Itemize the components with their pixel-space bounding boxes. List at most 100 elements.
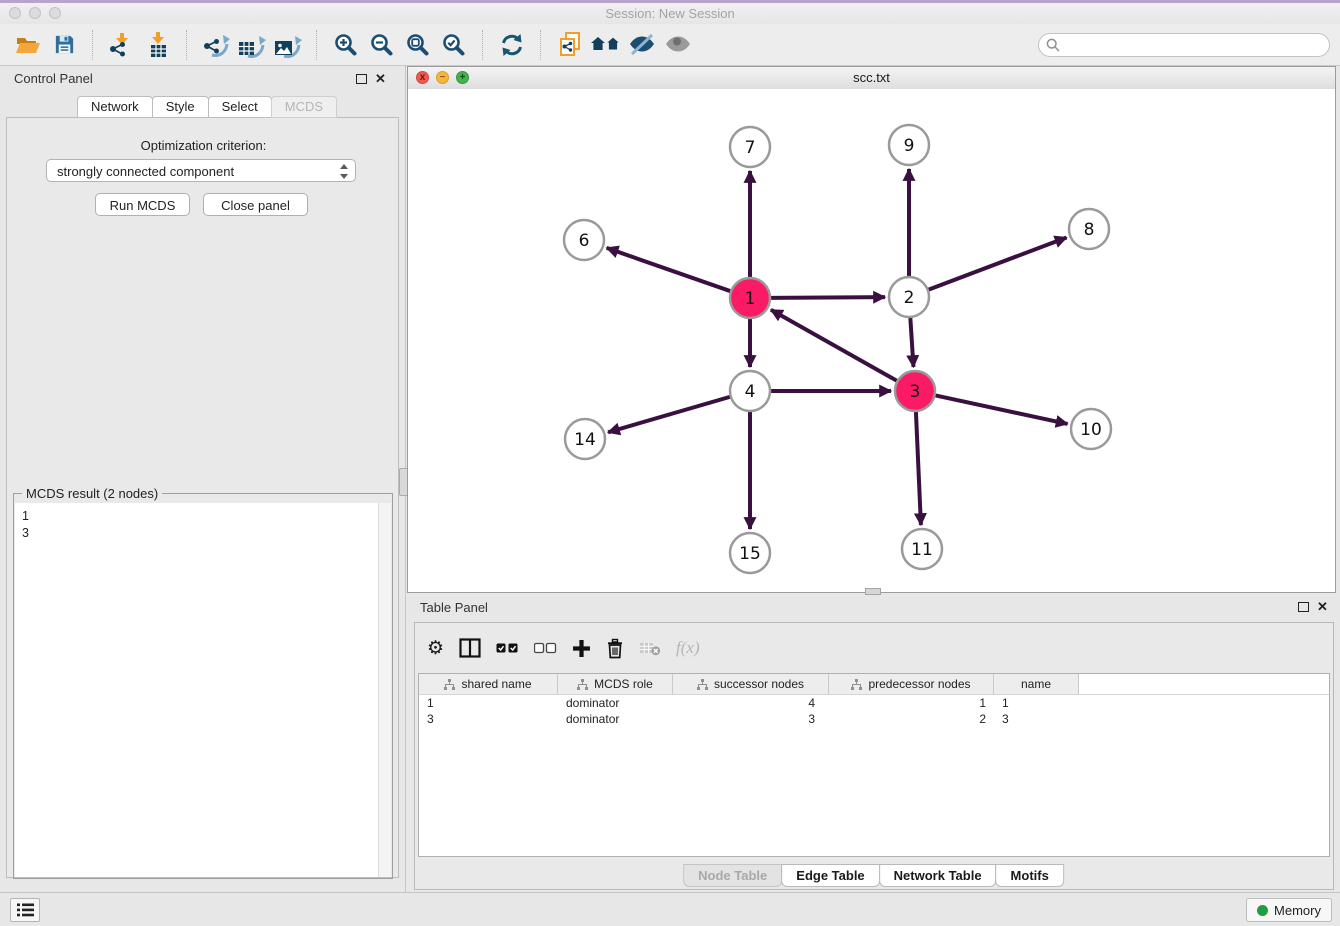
table-row[interactable]: 3 dominator 3 2 3 bbox=[419, 711, 1329, 727]
delete-table-icon[interactable] bbox=[639, 640, 661, 656]
cell-predecessor-nodes[interactable]: 2 bbox=[829, 712, 994, 726]
column-header-predecessor-nodes[interactable]: predecessor nodes bbox=[829, 674, 994, 694]
refresh-icon[interactable] bbox=[494, 29, 530, 61]
cell-name[interactable]: 3 bbox=[994, 712, 1079, 726]
tab-motifs[interactable]: Motifs bbox=[996, 864, 1064, 887]
import-table-icon[interactable] bbox=[140, 29, 176, 61]
task-history-button[interactable] bbox=[10, 898, 40, 922]
graph-edge-3-1[interactable] bbox=[771, 310, 897, 381]
zoom-fit-icon[interactable] bbox=[400, 29, 436, 61]
float-panel-icon[interactable] bbox=[1298, 602, 1309, 612]
control-panel-controls: ✕ bbox=[356, 73, 386, 85]
tab-network-table[interactable]: Network Table bbox=[879, 864, 997, 887]
result-scrollbar[interactable] bbox=[378, 503, 391, 877]
graph-node-10[interactable]: 10 bbox=[1071, 409, 1111, 449]
float-panel-icon[interactable] bbox=[356, 74, 367, 84]
graph-node-1[interactable]: 1 bbox=[730, 278, 770, 318]
network-window-titlebar[interactable]: x − + scc.txt bbox=[408, 67, 1335, 90]
import-network-icon[interactable] bbox=[104, 29, 140, 61]
zoom-selected-icon[interactable] bbox=[436, 29, 472, 61]
graph-edge-3-11[interactable] bbox=[916, 412, 921, 525]
tab-mcds[interactable]: MCDS bbox=[271, 96, 337, 118]
memory-label: Memory bbox=[1274, 903, 1321, 918]
network-canvas[interactable]: 7 9 6 8 1 2 4 3 14 10 15 11 bbox=[408, 89, 1335, 592]
mcds-panel: Optimization criterion: strongly connect… bbox=[6, 117, 399, 878]
network-graph: 7 9 6 8 1 2 4 3 14 10 15 11 bbox=[408, 89, 1335, 592]
table-panel: ⚙ f(x) shared name MCDS role bbox=[414, 622, 1334, 890]
cell-successor-nodes[interactable]: 4 bbox=[673, 696, 829, 710]
cell-shared-name[interactable]: 3 bbox=[419, 712, 558, 726]
column-header-mcds-role[interactable]: MCDS role bbox=[558, 674, 673, 694]
table-row[interactable]: 1 dominator 4 1 1 bbox=[419, 695, 1329, 711]
export-image-icon[interactable] bbox=[270, 29, 306, 61]
column-header-successor-nodes[interactable]: successor nodes bbox=[673, 674, 829, 694]
tab-node-table[interactable]: Node Table bbox=[683, 864, 782, 887]
memory-button[interactable]: Memory bbox=[1246, 898, 1332, 922]
column-header-shared-name[interactable]: shared name bbox=[419, 674, 558, 694]
graph-edge-4-14[interactable] bbox=[608, 397, 730, 432]
cell-name[interactable]: 1 bbox=[994, 696, 1079, 710]
svg-text:1: 1 bbox=[745, 289, 756, 309]
run-mcds-button[interactable]: Run MCDS bbox=[95, 193, 190, 216]
close-panel-icon[interactable]: ✕ bbox=[1317, 601, 1328, 613]
function-builder-icon[interactable]: f(x) bbox=[676, 638, 700, 658]
open-session-icon[interactable] bbox=[10, 29, 46, 61]
cell-predecessor-nodes[interactable]: 1 bbox=[829, 696, 994, 710]
cell-mcds-role[interactable]: dominator bbox=[558, 696, 673, 710]
create-column-icon[interactable] bbox=[572, 639, 591, 658]
close-panel-button[interactable]: Close panel bbox=[203, 193, 308, 216]
tab-edge-table[interactable]: Edge Table bbox=[781, 864, 879, 887]
export-table-icon[interactable] bbox=[234, 29, 270, 61]
first-neighbors-icon[interactable] bbox=[588, 29, 624, 61]
toolbar-separator bbox=[316, 30, 318, 60]
graph-node-14[interactable]: 14 bbox=[565, 419, 605, 459]
select-all-columns-icon[interactable] bbox=[496, 642, 519, 654]
save-session-icon[interactable] bbox=[46, 29, 82, 61]
graph-edge-2-8[interactable] bbox=[929, 237, 1067, 289]
graph-node-2[interactable]: 2 bbox=[889, 277, 929, 317]
cell-shared-name[interactable]: 1 bbox=[419, 696, 558, 710]
node-table: shared name MCDS role successor nodes pr… bbox=[418, 673, 1330, 857]
close-panel-icon[interactable]: ✕ bbox=[375, 73, 386, 85]
graph-node-7[interactable]: 7 bbox=[730, 127, 770, 167]
cell-successor-nodes[interactable]: 3 bbox=[673, 712, 829, 726]
column-header-name[interactable]: name bbox=[994, 674, 1079, 694]
graph-node-8[interactable]: 8 bbox=[1069, 209, 1109, 249]
toolbar-separator bbox=[482, 30, 484, 60]
svg-text:11: 11 bbox=[911, 540, 933, 560]
show-all-icon[interactable] bbox=[660, 29, 696, 61]
network-file-icon[interactable] bbox=[552, 29, 588, 61]
main-toolbar bbox=[0, 24, 1340, 66]
table-settings-gear-icon[interactable]: ⚙ bbox=[427, 639, 444, 658]
optimization-criterion-value: strongly connected component bbox=[57, 164, 234, 179]
zoom-out-icon[interactable] bbox=[364, 29, 400, 61]
zoom-in-icon[interactable] bbox=[328, 29, 364, 61]
tree-icon bbox=[697, 679, 708, 690]
tab-select[interactable]: Select bbox=[208, 96, 272, 118]
graph-edge-3-10[interactable] bbox=[936, 395, 1068, 424]
graph-node-6[interactable]: 6 bbox=[564, 220, 604, 260]
graph-node-3[interactable]: 3 bbox=[895, 371, 935, 411]
svg-text:14: 14 bbox=[574, 430, 596, 450]
tab-network[interactable]: Network bbox=[77, 96, 153, 118]
optimization-criterion-select[interactable]: strongly connected component bbox=[46, 159, 356, 182]
network-view-window: x − + scc.txt 7 9 6 8 1 2 4 3 14 10 15 11 bbox=[407, 66, 1336, 593]
show-columns-icon[interactable] bbox=[459, 638, 481, 658]
delete-column-icon[interactable] bbox=[606, 638, 624, 659]
unselect-all-columns-icon[interactable] bbox=[534, 642, 557, 654]
graph-edge-2-3[interactable] bbox=[910, 318, 913, 367]
hide-selected-icon[interactable] bbox=[624, 29, 660, 61]
graph-node-4[interactable]: 4 bbox=[730, 371, 770, 411]
graph-node-15[interactable]: 15 bbox=[730, 533, 770, 573]
network-window-title: scc.txt bbox=[408, 67, 1335, 89]
graph-node-11[interactable]: 11 bbox=[902, 529, 942, 569]
cell-mcds-role[interactable]: dominator bbox=[558, 712, 673, 726]
graph-edge-1-6[interactable] bbox=[607, 248, 731, 291]
export-network-icon[interactable] bbox=[198, 29, 234, 61]
svg-text:4: 4 bbox=[745, 382, 756, 402]
window-resize-grip[interactable] bbox=[865, 588, 881, 595]
graph-node-9[interactable]: 9 bbox=[889, 125, 929, 165]
search-input[interactable] bbox=[1038, 33, 1330, 57]
tab-style[interactable]: Style bbox=[152, 96, 209, 118]
graph-edge-1-2[interactable] bbox=[771, 297, 885, 298]
